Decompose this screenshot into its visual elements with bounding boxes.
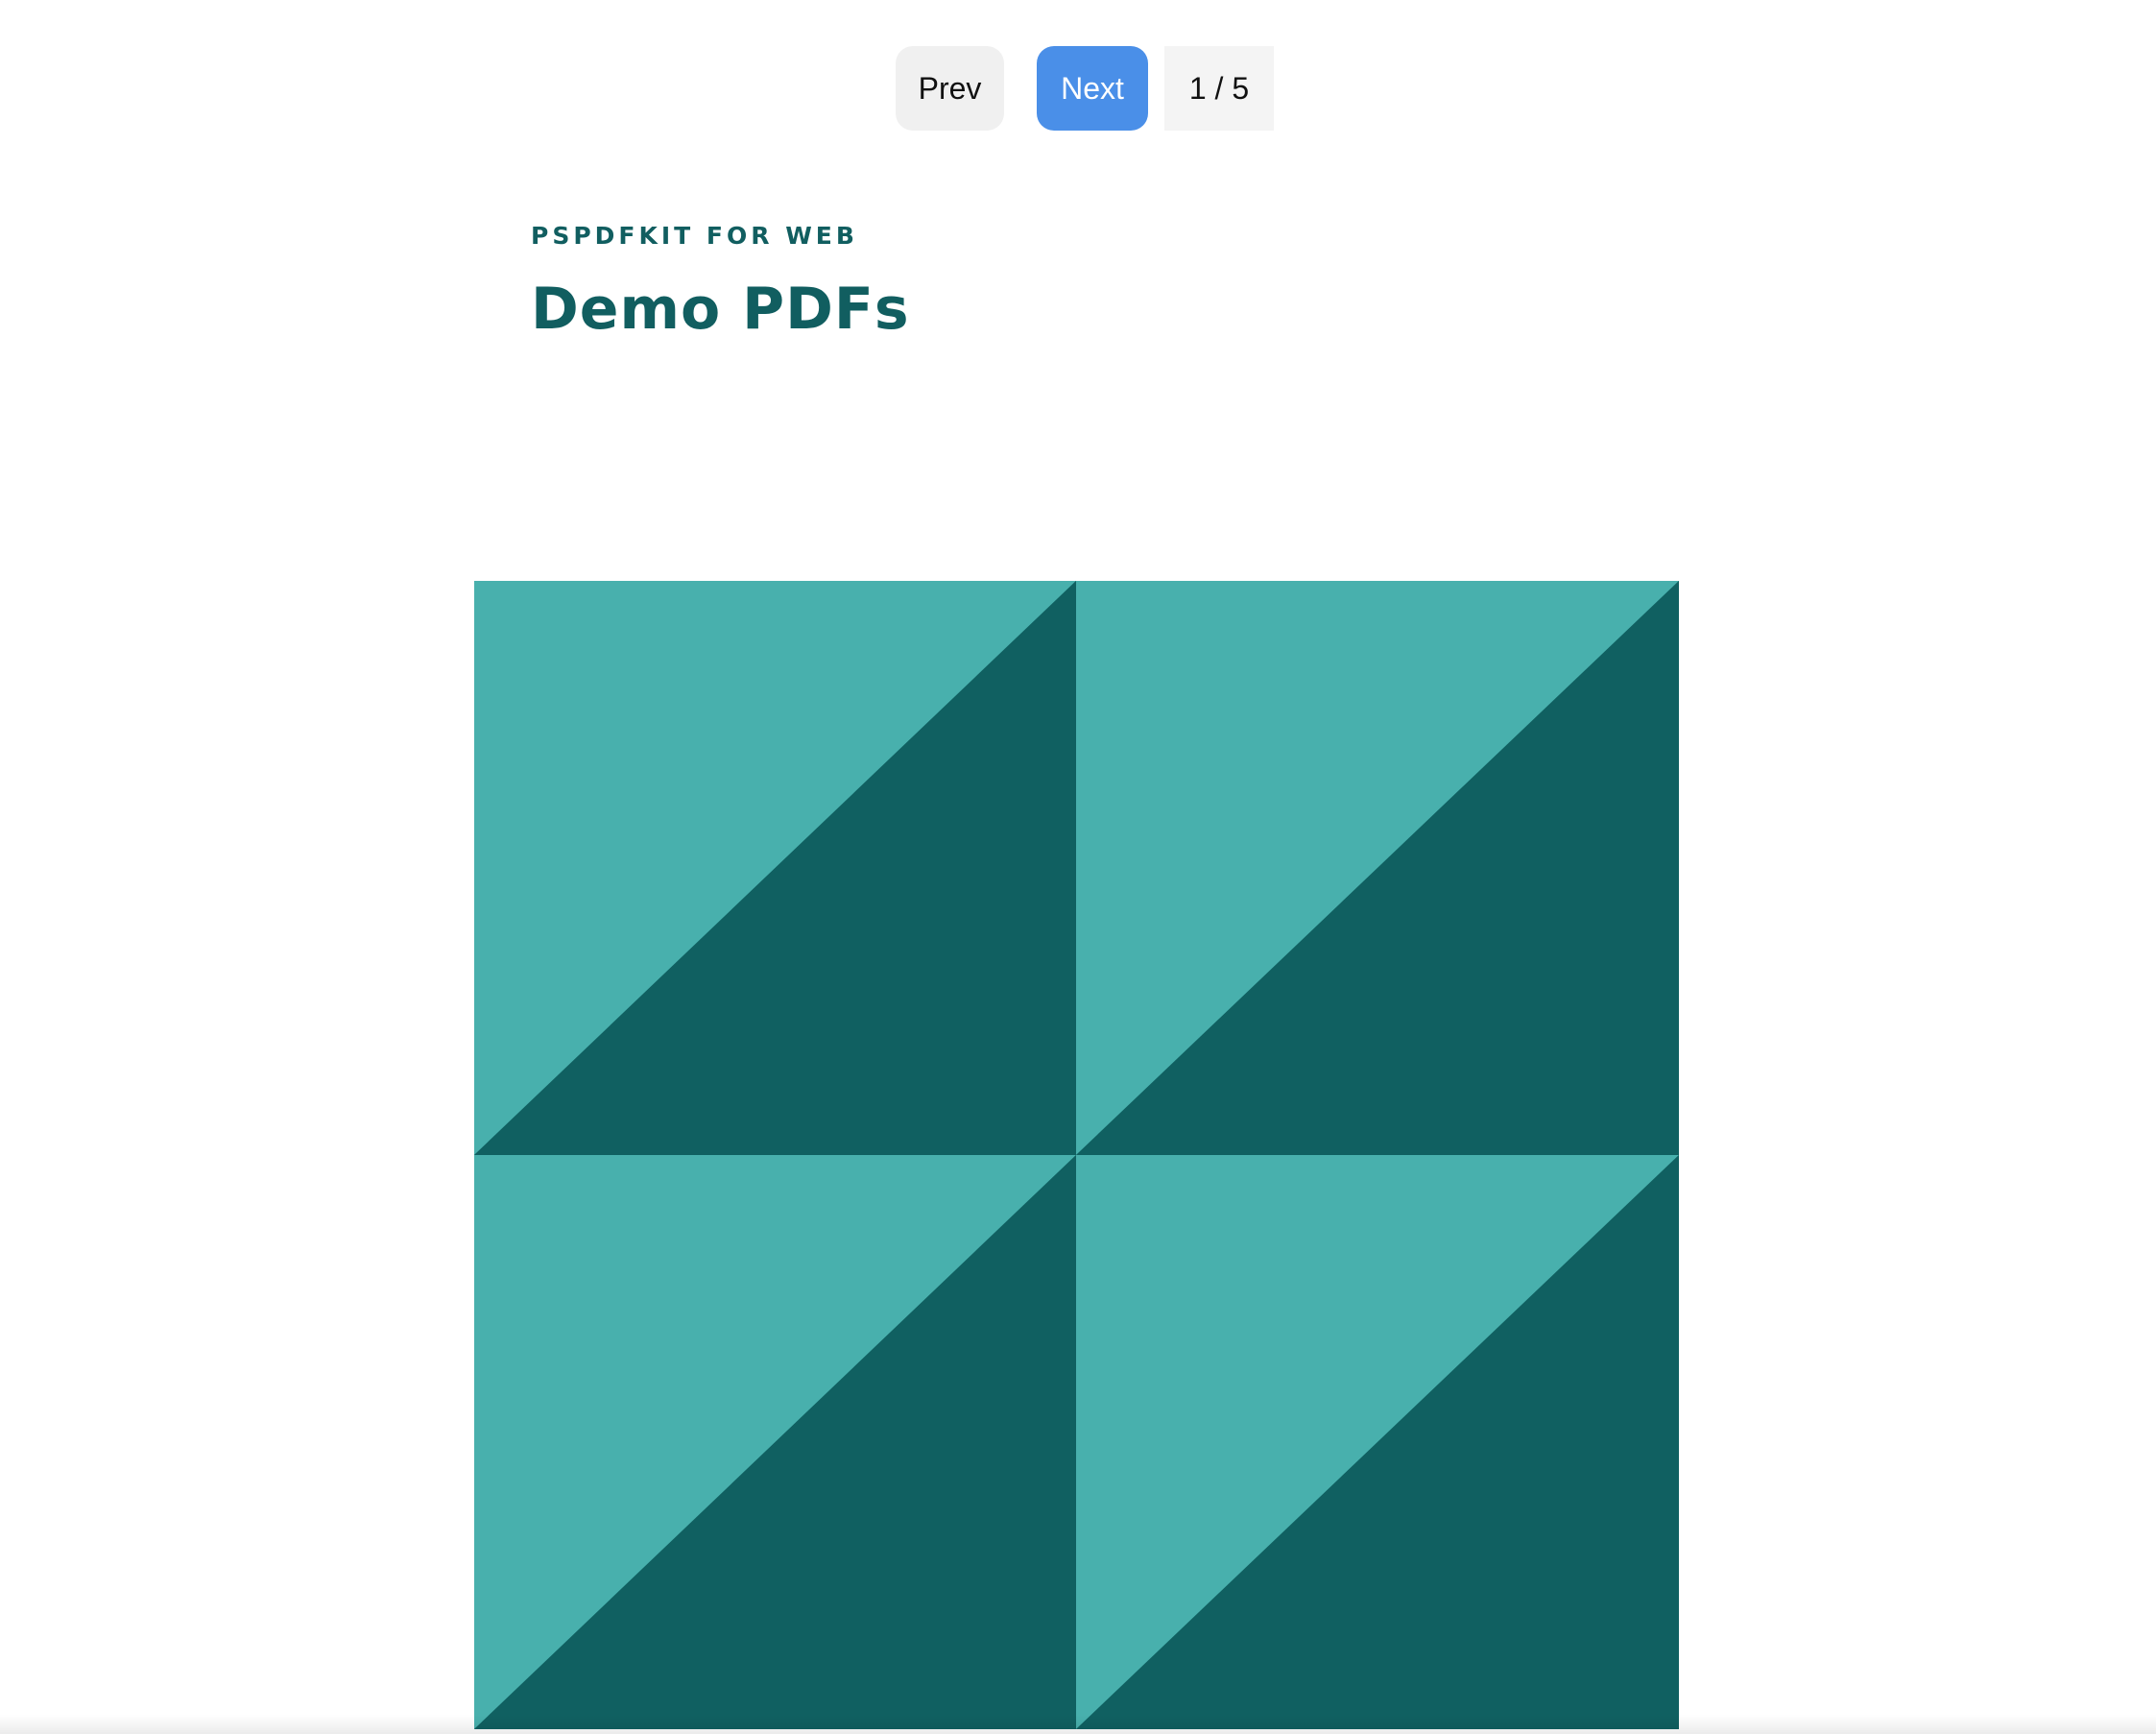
page-indicator: 1 / 5	[1164, 46, 1274, 131]
document-eyebrow: PSPDFKIT FOR WEB	[531, 222, 858, 250]
document-header: PSPDFKIT FOR WEB Demo PDFs	[531, 219, 910, 344]
prev-button[interactable]: Prev	[896, 46, 1004, 131]
pager-toolbar: Prev Next 1 / 5	[0, 46, 2156, 131]
next-button[interactable]: Next	[1037, 46, 1148, 131]
cover-artwork	[474, 581, 1679, 1729]
bottom-edge-shadow	[0, 1715, 2156, 1734]
document-title: Demo PDFs	[531, 276, 910, 343]
